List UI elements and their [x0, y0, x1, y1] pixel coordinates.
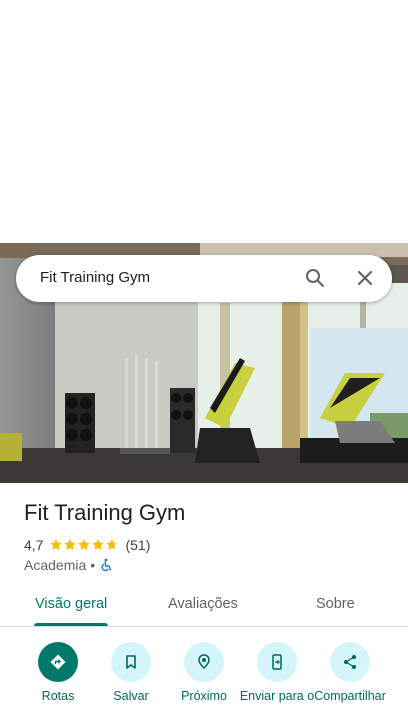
active-tab-indicator	[34, 623, 108, 626]
search-icon[interactable]	[303, 266, 327, 290]
close-icon[interactable]	[353, 266, 377, 290]
search-bar[interactable]: Fit Training Gym	[16, 255, 392, 302]
bookmark-icon	[111, 642, 151, 682]
send-to-phone-icon	[257, 642, 297, 682]
action-buttons: Rotas Salvar Próximo Enviar para o Compa…	[0, 640, 408, 726]
star-icon	[106, 539, 119, 550]
directions-icon	[38, 642, 78, 682]
star-rating	[49, 538, 119, 552]
star-icon	[92, 539, 105, 550]
place-category: Academia	[24, 557, 87, 573]
send-to-phone-button[interactable]: Enviar para o	[237, 640, 317, 703]
star-icon	[64, 539, 77, 550]
tab-reviews[interactable]: Avaliações	[168, 596, 238, 612]
share-icon	[330, 642, 370, 682]
category-row: Academia •	[24, 556, 113, 574]
send-to-phone-label: Enviar para o	[239, 689, 315, 703]
review-count[interactable]: (51)	[125, 537, 150, 553]
wheelchair-accessible-icon	[99, 558, 113, 572]
directions-button[interactable]: Rotas	[18, 640, 98, 703]
search-input[interactable]: Fit Training Gym	[40, 269, 150, 286]
nearby-button[interactable]: Próximo	[164, 640, 244, 703]
nearby-label: Próximo	[181, 689, 227, 703]
place-tabs: Visão geral Avaliações Sobre	[0, 585, 408, 627]
share-button[interactable]: Compartilhar	[310, 640, 390, 703]
rating-row[interactable]: 4,7 (51)	[24, 536, 150, 554]
rating-value: 4,7	[24, 537, 44, 553]
tab-overview[interactable]: Visão geral	[35, 596, 107, 612]
separator-dot: •	[90, 557, 96, 573]
nearby-icon	[184, 642, 224, 682]
save-button[interactable]: Salvar	[91, 640, 171, 703]
save-label: Salvar	[113, 689, 149, 703]
directions-label: Rotas	[41, 689, 75, 703]
star-icon	[50, 539, 63, 550]
star-icon	[78, 539, 91, 550]
share-label: Compartilhar	[314, 689, 386, 703]
tab-about[interactable]: Sobre	[316, 596, 355, 612]
map-area[interactable]	[0, 0, 408, 243]
place-title: Fit Training Gym	[24, 500, 186, 525]
